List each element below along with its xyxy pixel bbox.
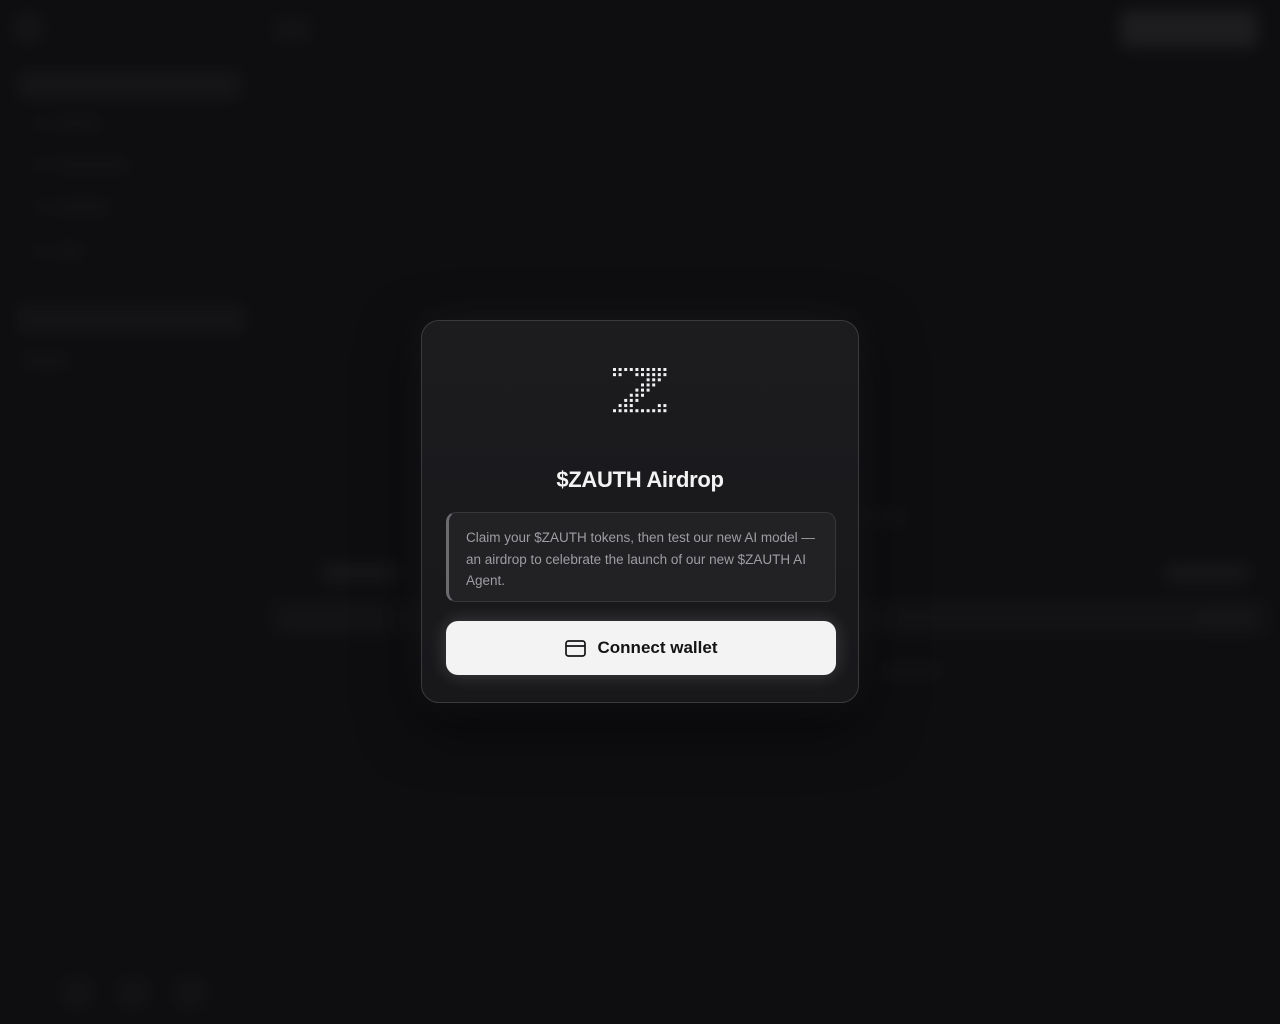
z-dot-matrix-logo-icon	[613, 368, 667, 413]
airdrop-description: Claim your $ZAUTH tokens, then test our …	[446, 512, 836, 602]
page: $ZAUTH Airdrop Claim your $ZAUTH tokens,…	[0, 0, 1280, 1024]
modal-title: $ZAUTH Airdrop	[556, 467, 724, 492]
airdrop-description-text: Claim your $ZAUTH tokens, then test our …	[466, 530, 815, 588]
connect-wallet-label: Connect wallet	[597, 638, 718, 657]
airdrop-modal: $ZAUTH Airdrop Claim your $ZAUTH tokens,…	[421, 320, 859, 703]
wallet-card-icon	[564, 639, 586, 657]
connect-wallet-button[interactable]: Connect wallet	[446, 621, 836, 675]
